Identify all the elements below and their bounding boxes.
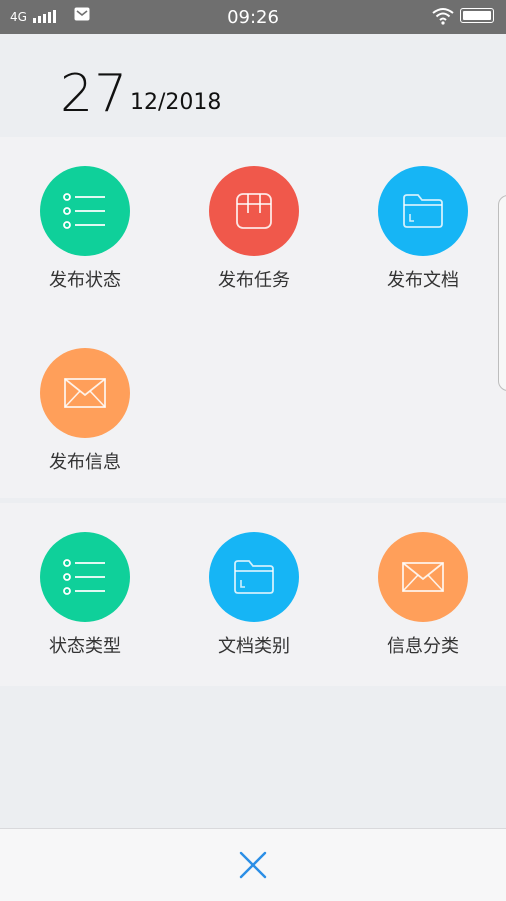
- status-type-button[interactable]: 状态类型: [0, 532, 170, 658]
- status-bar: 4G 09:26: [0, 0, 506, 34]
- publish-message-button[interactable]: 发布信息: [0, 348, 170, 474]
- close-icon[interactable]: [237, 849, 269, 881]
- publish-document-button[interactable]: 发布文档: [338, 166, 506, 292]
- document-category-label: 文档类别: [218, 636, 290, 657]
- status-type-label: 状态类型: [49, 636, 121, 657]
- publish-task-button[interactable]: 发布任务: [169, 166, 339, 292]
- bottom-bar: [0, 828, 506, 901]
- publish-task-label: 发布任务: [218, 270, 290, 291]
- task-icon: [209, 166, 299, 256]
- publish-panel: 发布状态 发布任务 发布文档 发布信息: [0, 137, 506, 498]
- message-category-label: 信息分类: [387, 636, 459, 657]
- publish-status-button[interactable]: 发布状态: [0, 166, 170, 292]
- list-icon: [40, 532, 130, 622]
- publish-message-label: 发布信息: [49, 452, 121, 473]
- date-day: 27: [60, 64, 129, 124]
- mail-icon: [378, 532, 468, 622]
- publish-document-label: 发布文档: [387, 270, 459, 291]
- folder-icon: [209, 532, 299, 622]
- list-icon: [40, 166, 130, 256]
- mail-icon: [40, 348, 130, 438]
- publish-status-label: 发布状态: [49, 270, 121, 291]
- message-category-button[interactable]: 信息分类: [338, 532, 506, 658]
- category-panel: 状态类型 文档类别 信息分类: [0, 503, 506, 686]
- folder-icon: [378, 166, 468, 256]
- status-time: 09:26: [227, 7, 279, 28]
- document-category-button[interactable]: 文档类别: [169, 532, 339, 658]
- side-drawer-handle[interactable]: [498, 195, 506, 391]
- battery-icon: [460, 8, 494, 23]
- date-month-year: 12/2018: [130, 90, 222, 115]
- wifi-icon: [432, 8, 454, 25]
